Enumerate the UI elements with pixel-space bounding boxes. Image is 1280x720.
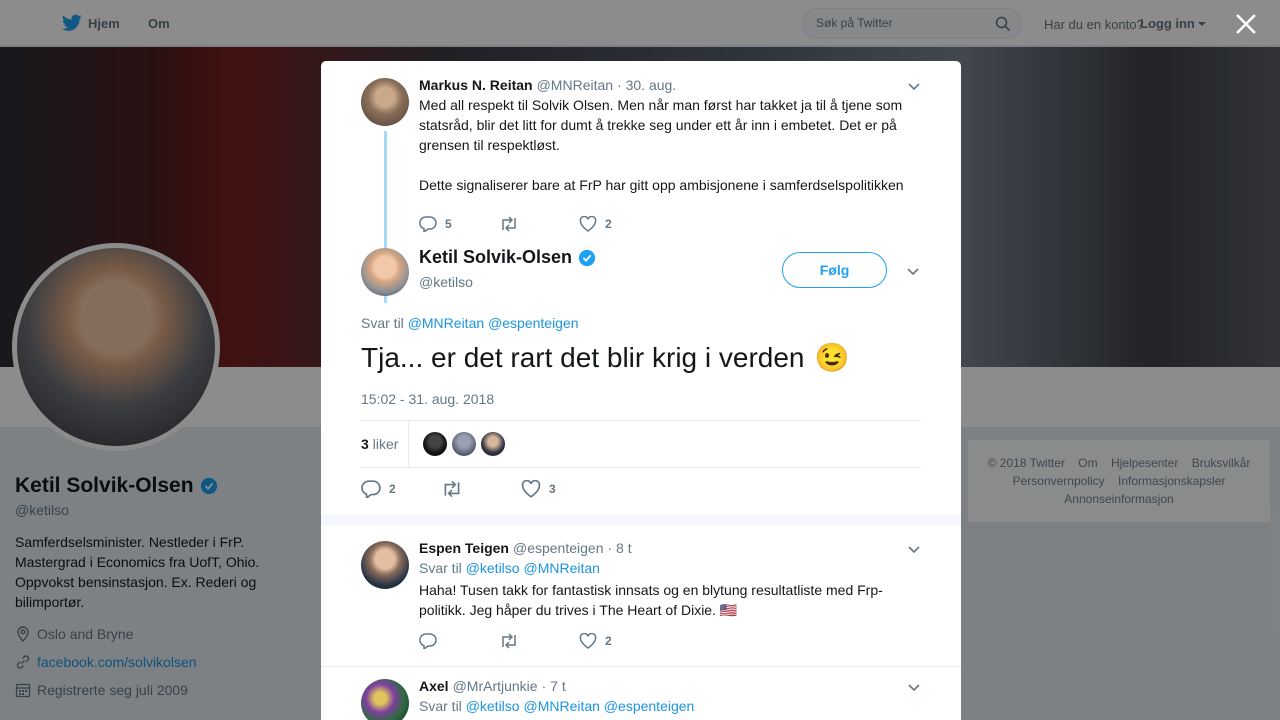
reply-context: Svar til @MNReitan @espenteigen	[361, 315, 579, 331]
reply-tweet: Axel @MrArtjunkie · 7 t Svar til @ketils…	[419, 678, 921, 714]
mention-link[interactable]: @MNReitan	[523, 698, 599, 714]
close-icon[interactable]	[1234, 12, 1258, 36]
like-count: 2	[605, 217, 612, 231]
like-count: 3	[549, 482, 556, 496]
tweet-date[interactable]: · 7 t	[542, 678, 566, 694]
main-tweet-actions: 2 3	[361, 479, 601, 499]
tweet-actions: 2	[419, 631, 921, 651]
avatar[interactable]	[361, 78, 409, 126]
like-count: 2	[605, 634, 612, 648]
reply-icon	[361, 480, 381, 498]
verified-badge-icon	[578, 249, 596, 266]
avatar[interactable]	[452, 432, 477, 456]
heart-icon	[579, 633, 597, 649]
main-tweet-author: Ketil Solvik-Olsen @ketilso	[419, 247, 596, 290]
retweet-button[interactable]	[499, 216, 579, 232]
reply-count: 2	[389, 482, 396, 496]
tweet-date[interactable]: · 8 t	[608, 540, 632, 556]
tweet-author-name[interactable]: Axel	[419, 678, 449, 694]
reply-prefix: Svar til	[361, 315, 404, 331]
likes-summary: 3 liker	[361, 421, 921, 467]
reply-button[interactable]: 2	[361, 480, 441, 498]
mention-link[interactable]: @ketilso	[466, 560, 520, 576]
tweet-modal: Markus N. Reitan @MNReitan · 30. aug. Me…	[321, 61, 961, 720]
tweet-author-handle[interactable]: @ketilso	[419, 274, 596, 290]
like-button[interactable]: 3	[521, 480, 601, 498]
retweet-button[interactable]	[441, 480, 521, 498]
us-flag-emoji: 🇺🇸	[719, 602, 738, 618]
likes-number: 3	[361, 436, 369, 452]
mention-link[interactable]: @MNReitan	[408, 315, 484, 331]
avatar[interactable]	[423, 432, 448, 456]
avatar[interactable]	[361, 541, 409, 589]
mention-link[interactable]: @espenteigen	[488, 315, 579, 331]
retweet-icon	[444, 480, 460, 498]
tweet-body: Haha! Tusen takk for fantastisk innsats …	[419, 582, 883, 618]
reply-prefix: Svar til	[419, 560, 462, 576]
like-button[interactable]: 2	[579, 633, 659, 649]
reply-icon	[419, 633, 437, 649]
tweet-header: Espen Teigen @espenteigen · 8 t	[419, 540, 921, 556]
retweet-icon	[502, 216, 516, 232]
tweet-author-handle[interactable]: @espenteigen	[513, 540, 604, 556]
follow-button[interactable]: Følg	[782, 252, 887, 288]
reply-icon	[419, 216, 437, 232]
heart-icon	[579, 216, 597, 232]
mention-link[interactable]: @MNReitan	[523, 560, 599, 576]
avatar[interactable]	[361, 248, 409, 296]
main-tweet-body: Tja... er det rart det blir krig i verde…	[361, 341, 805, 373]
section-divider	[321, 515, 961, 525]
tweet-author-handle[interactable]: @MrArtjunkie	[453, 678, 538, 694]
reply-button[interactable]	[419, 633, 499, 649]
reply-prefix: Svar til	[419, 698, 462, 714]
main-tweet-text: Tja... er det rart det blir krig i verde…	[361, 341, 849, 374]
tweet-author-handle[interactable]: @MNReitan	[537, 77, 613, 93]
likes-count-link[interactable]: 3 liker	[361, 421, 410, 467]
chevron-down-icon[interactable]	[906, 264, 920, 278]
retweet-icon	[502, 633, 516, 649]
avatar[interactable]	[361, 679, 409, 720]
reply-context: Svar til @ketilso @MNReitan @espenteigen	[419, 698, 921, 714]
mention-link[interactable]: @ketilso	[466, 698, 520, 714]
chevron-down-icon[interactable]	[907, 542, 921, 556]
tweet-text: Med all respekt til Solvik Olsen. Men nå…	[419, 97, 903, 153]
chevron-down-icon[interactable]	[907, 79, 921, 93]
tweet-author-name[interactable]: Markus N. Reitan	[419, 77, 533, 93]
likes-word: liker	[372, 436, 399, 452]
tweet-header: Axel @MrArtjunkie · 7 t	[419, 678, 921, 694]
chevron-down-icon[interactable]	[907, 680, 921, 694]
tweet-author-name[interactable]: Ketil Solvik-Olsen	[419, 247, 572, 268]
reply-tweet: Espen Teigen @espenteigen · 8 t Svar til…	[419, 540, 921, 651]
tweet-text-continued: Dette signaliserer bare at FrP har gitt …	[419, 177, 904, 193]
tweet-header: Markus N. Reitan @MNReitan · 30. aug.	[419, 77, 921, 93]
wink-emoji: 😉	[814, 342, 850, 373]
reply-button[interactable]: 5	[419, 216, 499, 232]
tweet-author-name[interactable]: Espen Teigen	[419, 540, 509, 556]
mention-link[interactable]: @espenteigen	[604, 698, 695, 714]
avatar[interactable]	[481, 432, 506, 456]
reply-context: Svar til @ketilso @MNReitan	[419, 560, 921, 576]
divider	[321, 666, 961, 667]
retweet-button[interactable]	[499, 633, 579, 649]
parent-tweet: Markus N. Reitan @MNReitan · 30. aug. Me…	[419, 77, 921, 234]
tweet-date[interactable]: · 30. aug.	[617, 77, 676, 93]
tweet-actions: 5 2	[419, 214, 921, 234]
tweet-text: Haha! Tusen takk for fantastisk innsats …	[419, 580, 921, 620]
divider	[361, 467, 921, 468]
main-tweet-name-row: Ketil Solvik-Olsen	[419, 247, 596, 268]
heart-icon	[521, 480, 541, 498]
tweet-timestamp[interactable]: 15:02 - 31. aug. 2018	[361, 391, 494, 407]
like-button[interactable]: 2	[579, 216, 659, 232]
reply-count: 5	[445, 217, 452, 231]
